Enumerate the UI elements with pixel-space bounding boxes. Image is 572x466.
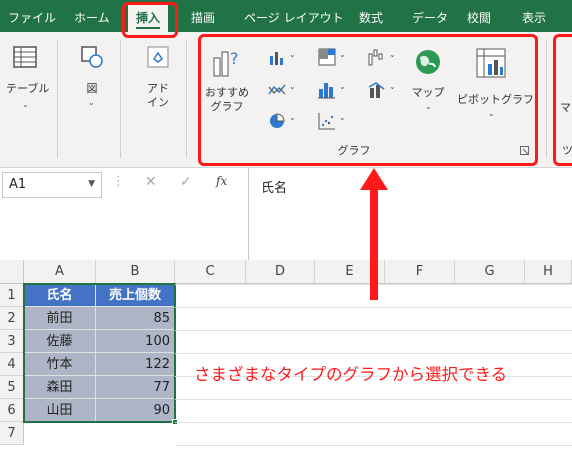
more-icon: ⋮ — [112, 174, 125, 189]
tab-file[interactable]: ファイル — [8, 9, 56, 26]
column-header-d[interactable]: D — [246, 260, 315, 284]
selection-range — [23, 283, 176, 423]
row-header-3[interactable]: 3 — [0, 330, 24, 353]
tab-view[interactable]: 表示 — [522, 9, 546, 26]
group-separator — [120, 40, 121, 158]
formula-content: 氏名 — [261, 181, 288, 196]
tab-page-layout[interactable]: ページ レイアウト — [244, 9, 344, 26]
group-separator — [546, 40, 547, 158]
formula-bar: A1 ▼ ⋮ ✕ ✓ fx 氏名 — [0, 168, 572, 204]
chevron-down-icon: ⌄ — [88, 98, 95, 107]
ribbon-tab-bar: ファイル ホーム 挿入 描画 ページ レイアウト 数式 データ 校閲 表示 — [0, 0, 572, 32]
chevron-down-icon: ⌄ — [22, 100, 29, 109]
addins-icon — [147, 46, 169, 68]
table-icon — [13, 46, 37, 68]
tab-formulas[interactable]: 数式 — [359, 9, 383, 26]
formula-input[interactable]: 氏名 — [248, 168, 572, 204]
table-label: テーブル — [6, 82, 50, 95]
row-header-1[interactable]: 1 — [0, 284, 24, 307]
addins-label-line1: アド — [147, 82, 169, 95]
group-separator — [186, 40, 187, 158]
row-header-5[interactable]: 5 — [0, 376, 24, 399]
insert-tab-highlight — [122, 2, 178, 38]
enter-check-icon[interactable]: ✓ — [180, 174, 192, 190]
row-header-6[interactable]: 6 — [0, 399, 24, 422]
column-header-b[interactable]: B — [96, 260, 175, 284]
divider — [248, 204, 249, 260]
shapes-icon — [81, 46, 103, 68]
name-box-value: A1 — [9, 177, 27, 192]
tab-draw[interactable]: 描画 — [191, 9, 215, 26]
addins-label-line2: イン — [147, 96, 169, 109]
row-header-2[interactable]: 2 — [0, 307, 24, 330]
insert-function-icon[interactable]: fx — [216, 174, 227, 188]
row-header-4[interactable]: 4 — [0, 353, 24, 376]
column-header-f[interactable]: F — [385, 260, 455, 284]
column-header-h[interactable]: H — [525, 260, 572, 284]
chart-group-highlight — [198, 34, 538, 166]
illustrations-label: 図 — [86, 82, 98, 95]
row-header-7[interactable]: 7 — [0, 422, 24, 445]
cancel-icon[interactable]: ✕ — [145, 174, 157, 190]
chevron-down-icon[interactable]: ▼ — [88, 179, 95, 189]
tab-data[interactable]: データ — [412, 9, 448, 26]
right-group-highlight — [553, 34, 572, 166]
column-header-g[interactable]: G — [455, 260, 525, 284]
tab-home[interactable]: ホーム — [74, 9, 110, 26]
column-header-a[interactable]: A — [24, 260, 96, 284]
column-header-c[interactable]: C — [175, 260, 246, 284]
select-all-corner[interactable] — [0, 260, 24, 284]
formula-bar-expanded-area — [0, 204, 572, 260]
tab-review[interactable]: 校閲 — [467, 9, 491, 26]
name-box[interactable]: A1 ▼ — [2, 172, 102, 198]
group-separator — [57, 40, 58, 158]
annotation-text: さまざまなタイプのグラフから選択できる — [194, 365, 508, 384]
annotation-arrow — [360, 168, 388, 300]
